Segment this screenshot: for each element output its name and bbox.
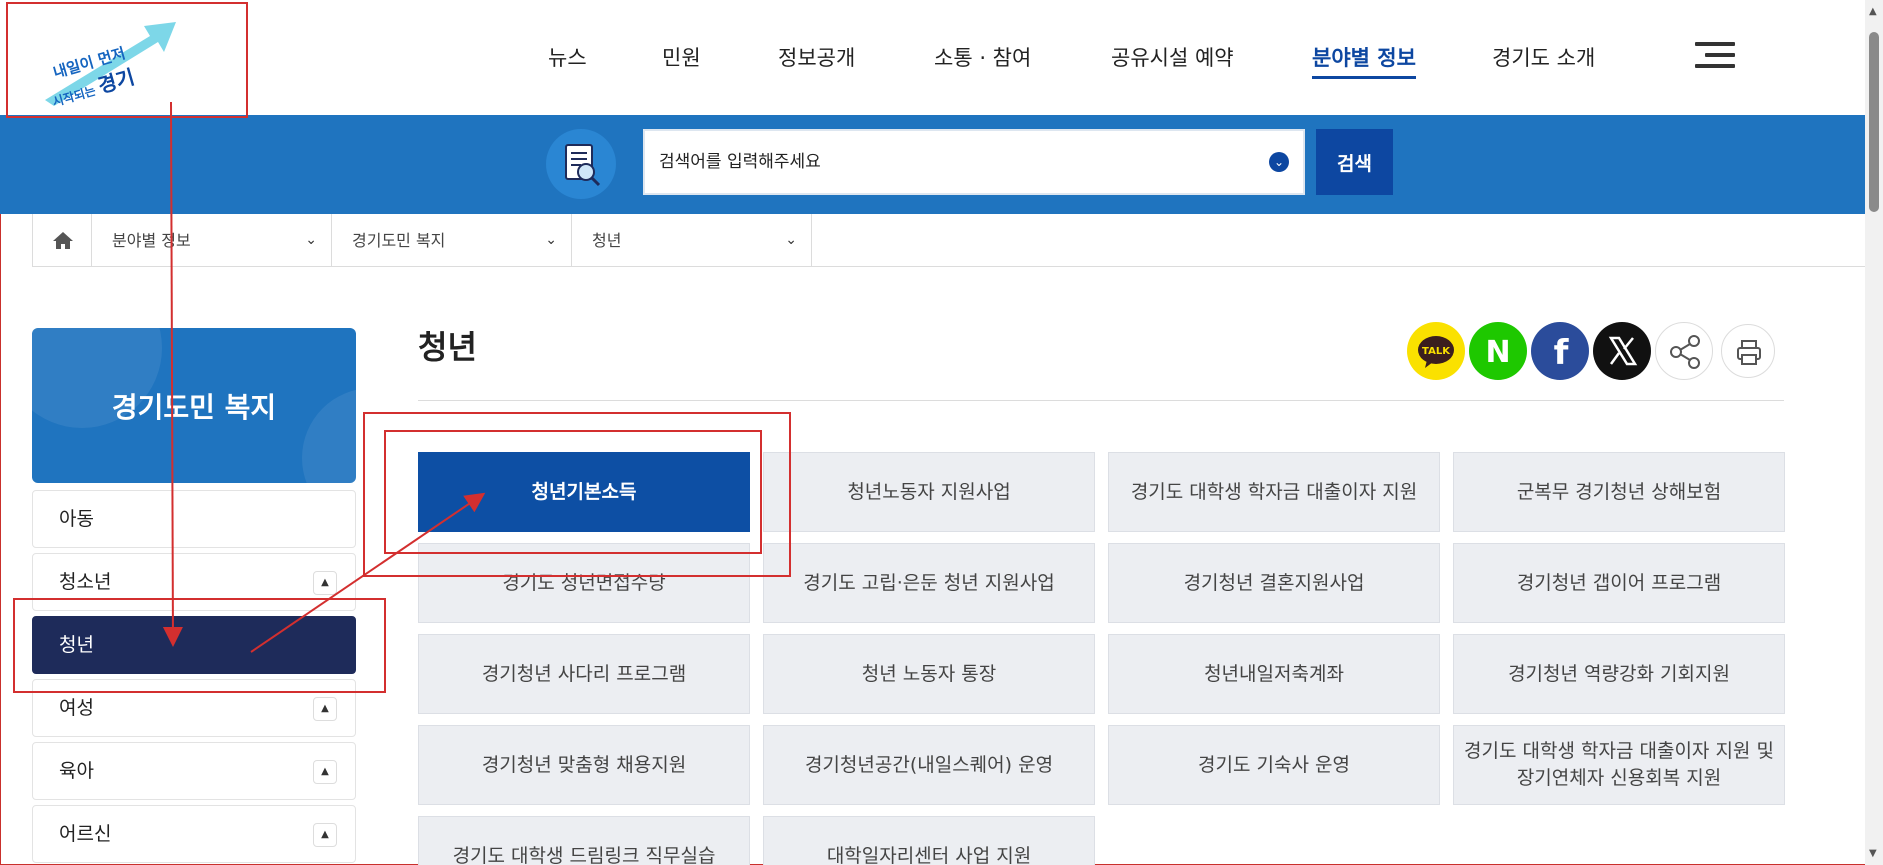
program-button[interactable]: 경기청년 갭이어 프로그램 bbox=[1453, 543, 1785, 623]
search-button[interactable]: 검색 bbox=[1316, 129, 1393, 195]
facebook-share-button[interactable]: f bbox=[1531, 322, 1589, 380]
kakao-label: TALK bbox=[1422, 346, 1451, 357]
program-button[interactable]: 경기도 대학생 학자금 대출이자 지원 및 장기연체자 신용회복 지원 bbox=[1453, 725, 1785, 805]
site-header: 내일이 먼저 시작되는 경기 뉴스 민원 정보공개 소통 · 참여 공유시설 예… bbox=[0, 0, 1865, 115]
annotation-box-sidebar bbox=[13, 598, 386, 693]
chevron-down-icon: ⌄ bbox=[305, 232, 317, 248]
sidebar-header: 경기도민 복지 bbox=[32, 328, 356, 483]
page-title: 청년 bbox=[418, 328, 477, 366]
expand-toggle-icon[interactable]: ▲ bbox=[313, 760, 337, 784]
nav-communication[interactable]: 소통 · 참여 bbox=[934, 42, 1031, 72]
sidebar-item-label: 아동 bbox=[59, 508, 94, 530]
nav-news[interactable]: 뉴스 bbox=[548, 42, 587, 72]
home-icon bbox=[53, 232, 73, 249]
nav-civil-petition[interactable]: 민원 bbox=[662, 42, 701, 72]
program-button[interactable]: 경기청년공간(내일스퀘어) 운영 bbox=[763, 725, 1095, 805]
program-button[interactable]: 경기도 고립·은둔 청년 지원사업 bbox=[763, 543, 1095, 623]
facebook-icon: f bbox=[1554, 333, 1570, 373]
sidebar-item-child[interactable]: 아동 bbox=[32, 490, 356, 548]
title-divider bbox=[418, 400, 1784, 401]
program-button[interactable]: 청년 노동자 통장 bbox=[763, 634, 1095, 714]
annotation-box-program bbox=[384, 430, 762, 554]
scrollbar-thumb[interactable] bbox=[1869, 32, 1879, 212]
printer-icon bbox=[1737, 340, 1761, 365]
sidebar-title: 경기도민 복지 bbox=[111, 391, 277, 424]
breadcrumb-welfare[interactable]: 경기도민 복지 ⌄ bbox=[332, 214, 572, 267]
naver-icon: N bbox=[1485, 335, 1510, 370]
nav-field-info[interactable]: 분야별 정보 bbox=[1312, 42, 1416, 79]
program-button[interactable]: 군복무 경기청년 상해보험 bbox=[1453, 452, 1785, 532]
main-nav: 뉴스 민원 정보공개 소통 · 참여 공유시설 예약 분야별 정보 경기도 소개 bbox=[0, 42, 1700, 79]
nav-info-disclosure[interactable]: 정보공개 bbox=[778, 42, 855, 72]
program-button[interactable]: 청년노동자 지원사업 bbox=[763, 452, 1095, 532]
breadcrumb-label: 분야별 정보 bbox=[112, 231, 191, 250]
chevron-down-icon: ⌄ bbox=[545, 232, 557, 248]
nav-facility-reservation[interactable]: 공유시설 예약 bbox=[1111, 42, 1234, 72]
program-button[interactable]: 경기청년 결혼지원사업 bbox=[1108, 543, 1440, 623]
facebook-label: f bbox=[1554, 333, 1570, 373]
naver-share-button[interactable]: N bbox=[1469, 322, 1527, 380]
search-input[interactable] bbox=[659, 131, 1259, 193]
breadcrumb-home[interactable] bbox=[32, 214, 92, 267]
nav-about-gyeonggi[interactable]: 경기도 소개 bbox=[1492, 42, 1595, 72]
print-button[interactable] bbox=[1721, 324, 1775, 378]
breadcrumb-youth[interactable]: 청년 ⌄ bbox=[572, 214, 812, 267]
sidebar-item-label: 육아 bbox=[59, 760, 94, 782]
search-box: ⌄ bbox=[643, 129, 1305, 195]
naver-label: N bbox=[1485, 335, 1510, 370]
scroll-down-icon[interactable]: ▼ bbox=[1869, 848, 1877, 859]
breadcrumb-label: 경기도민 복지 bbox=[352, 231, 446, 250]
expand-toggle-icon[interactable]: ▲ bbox=[313, 571, 337, 595]
program-button[interactable]: 경기청년 맞춤형 채용지원 bbox=[418, 725, 750, 805]
breadcrumb: 분야별 정보 ⌄ 경기도민 복지 ⌄ 청년 ⌄ bbox=[32, 214, 1865, 267]
share-icon bbox=[1670, 335, 1700, 369]
sidebar-item-label: 어르신 bbox=[59, 823, 112, 845]
search-document-icon bbox=[546, 129, 616, 199]
breadcrumb-label: 청년 bbox=[592, 231, 622, 250]
program-button[interactable]: 경기청년 사다리 프로그램 bbox=[418, 634, 750, 714]
expand-toggle-icon[interactable]: ▲ bbox=[313, 823, 337, 847]
page-scrollbar[interactable]: ▲ ▼ bbox=[1865, 0, 1883, 865]
sidebar-item-childcare[interactable]: 육아 ▲ bbox=[32, 742, 356, 800]
kakao-share-button[interactable]: TALK bbox=[1407, 322, 1465, 380]
program-button[interactable]: 경기도 기숙사 운영 bbox=[1108, 725, 1440, 805]
share-link-button[interactable] bbox=[1655, 322, 1713, 380]
x-share-button[interactable] bbox=[1593, 322, 1651, 380]
search-dropdown-icon[interactable]: ⌄ bbox=[1269, 152, 1289, 172]
annotation-box-logo bbox=[6, 2, 248, 118]
search-band: ⌄ 검색 bbox=[0, 115, 1865, 214]
sidebar-item-label: 청소년 bbox=[59, 571, 112, 593]
kakao-talk-icon: TALK bbox=[1418, 336, 1454, 368]
scroll-up-icon[interactable]: ▲ bbox=[1869, 6, 1877, 17]
program-button[interactable]: 경기도 대학생 드림링크 직무실습 bbox=[418, 816, 750, 865]
program-button[interactable]: 경기도 대학생 학자금 대출이자 지원 bbox=[1108, 452, 1440, 532]
program-button[interactable]: 대학일자리센터 사업 지원 bbox=[763, 816, 1095, 865]
expand-toggle-icon[interactable]: ▲ bbox=[313, 697, 337, 721]
menu-icon[interactable] bbox=[1695, 42, 1735, 72]
x-icon bbox=[1608, 336, 1638, 366]
sidebar-item-elderly[interactable]: 어르신 ▲ bbox=[32, 805, 356, 863]
chevron-down-icon: ⌄ bbox=[785, 232, 797, 248]
breadcrumb-field-info[interactable]: 분야별 정보 ⌄ bbox=[92, 214, 332, 267]
sidebar-item-label: 여성 bbox=[59, 697, 94, 719]
program-button[interactable]: 경기청년 역량강화 기회지원 bbox=[1453, 634, 1785, 714]
program-button[interactable]: 청년내일저축계좌 bbox=[1108, 634, 1440, 714]
